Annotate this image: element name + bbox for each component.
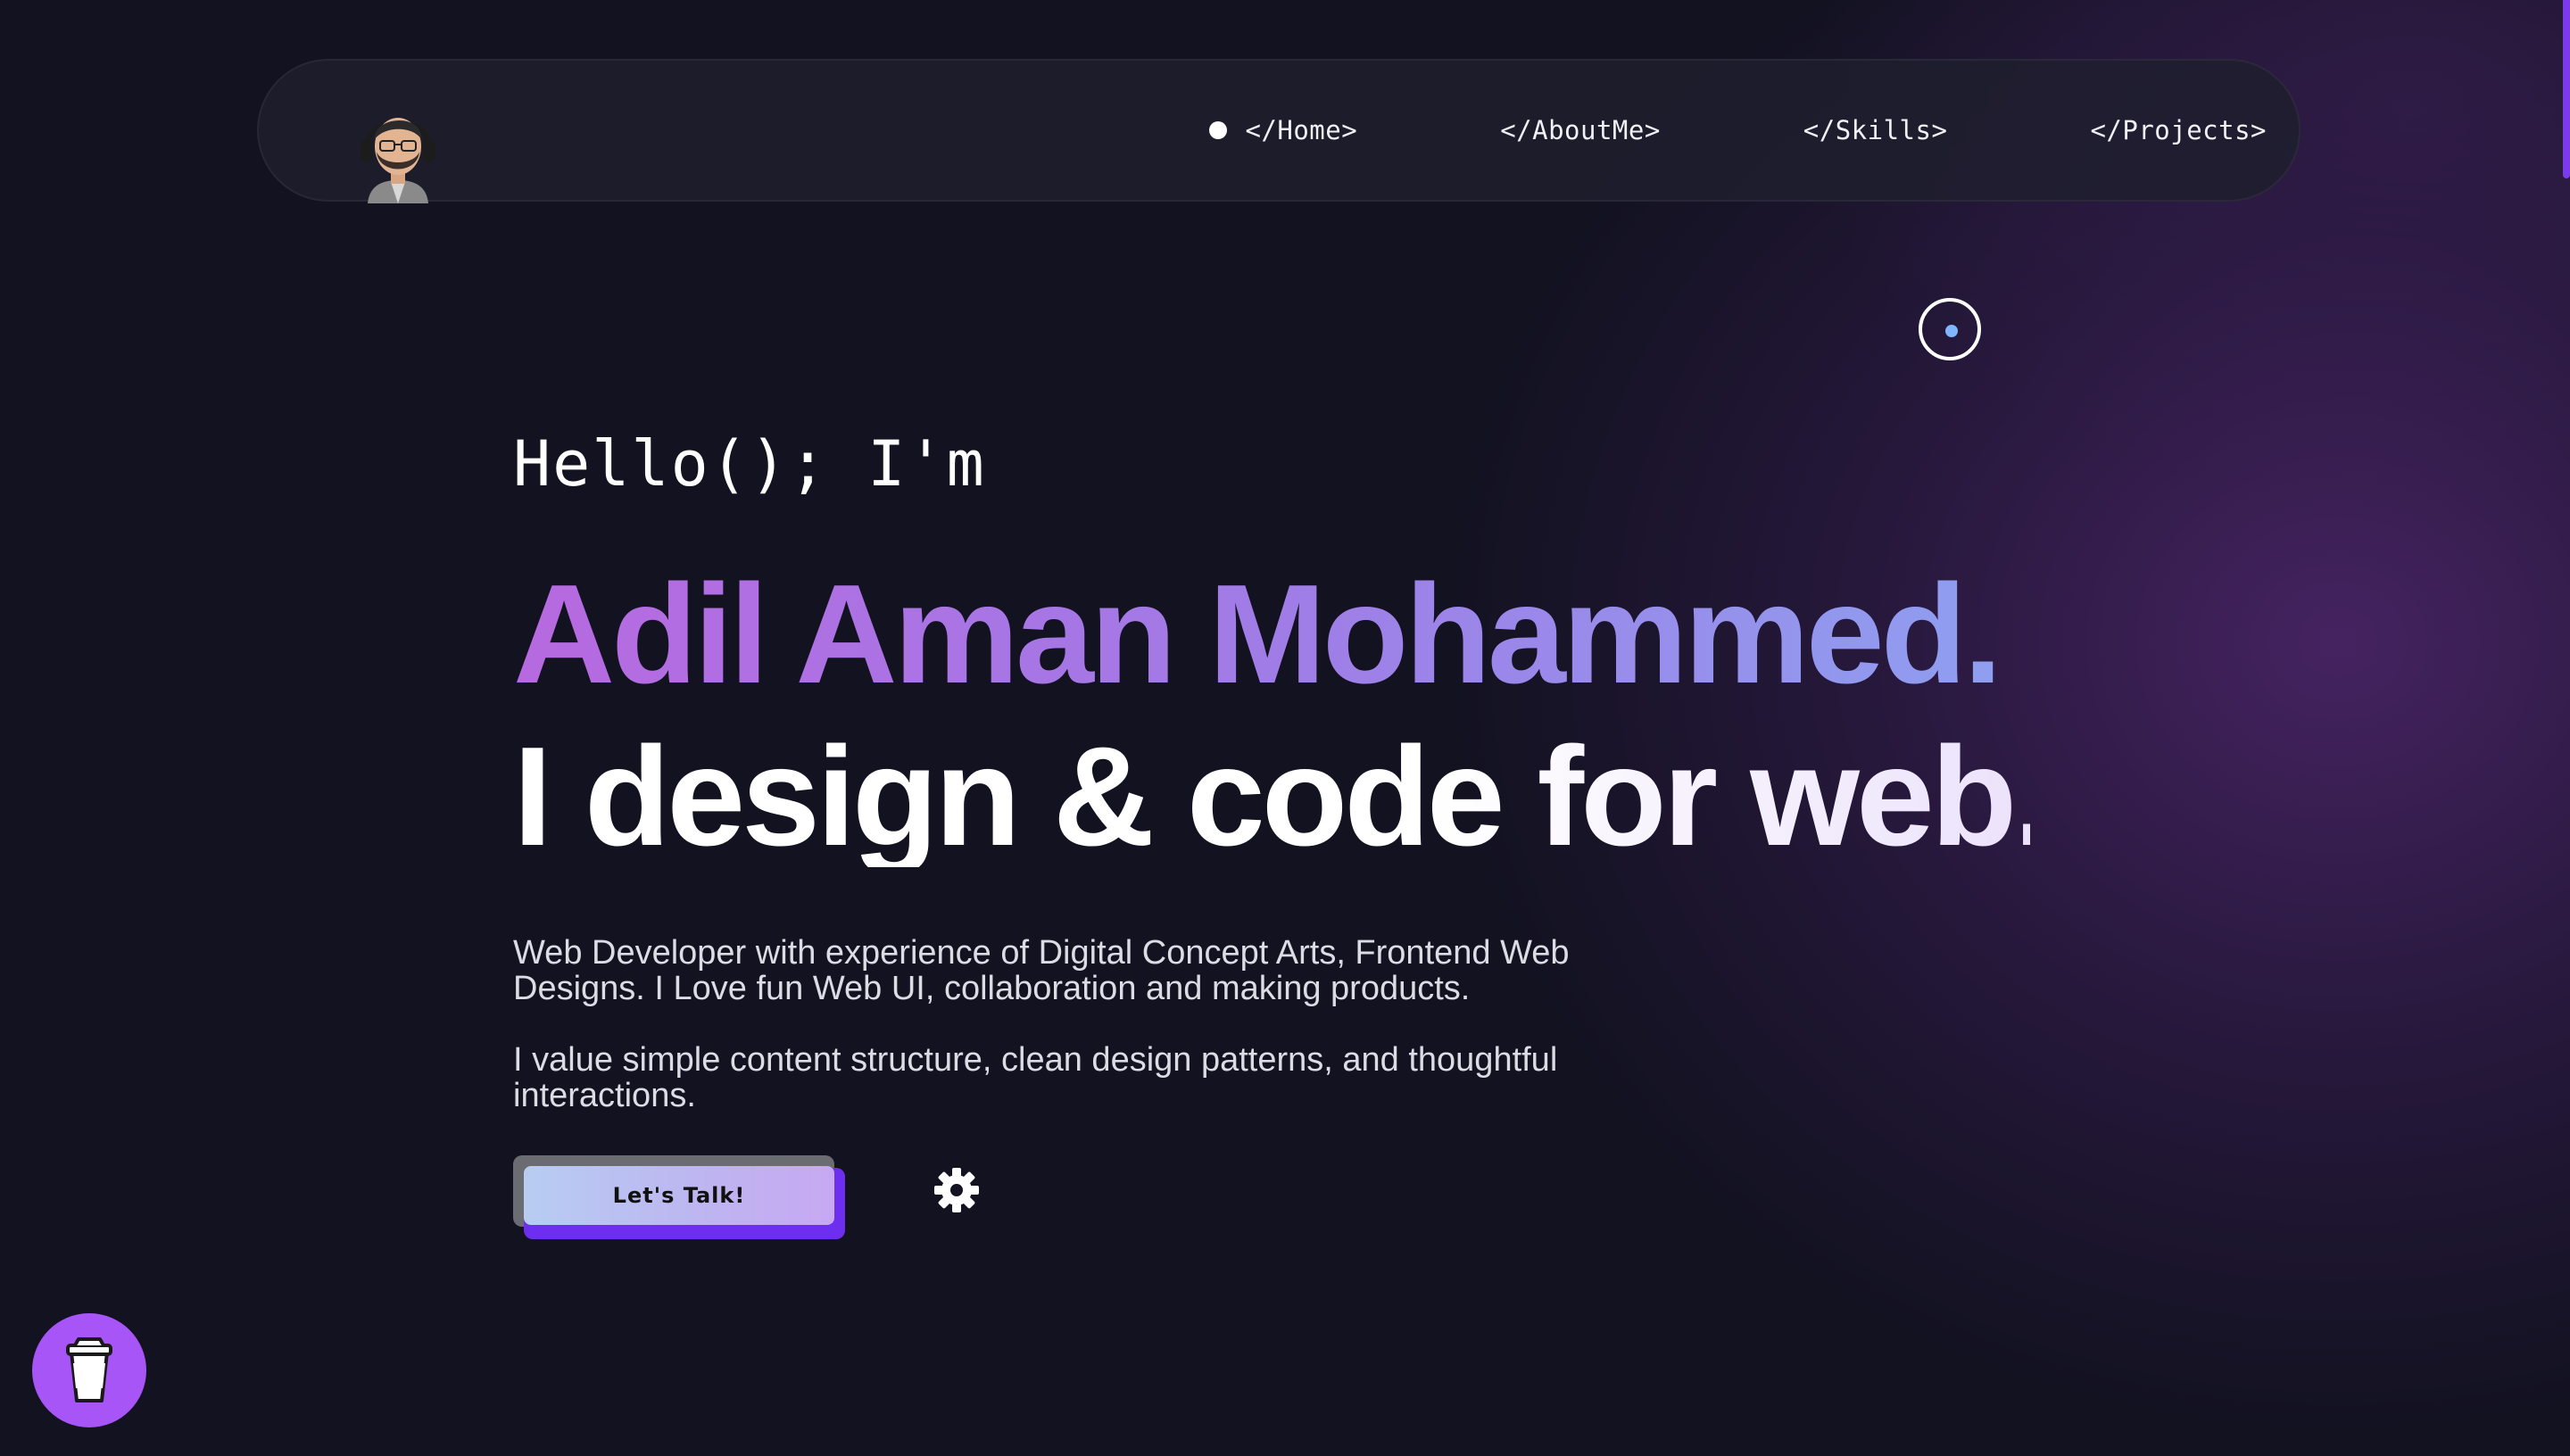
memoji-avatar-icon [361, 118, 435, 203]
nav-links: </Home> </AboutMe> </Skills> </Projects> [1209, 61, 2267, 200]
lets-talk-button[interactable]: Let's Talk! [513, 1155, 845, 1239]
avatar[interactable] [355, 100, 441, 203]
hero-description-1: Web Developer with experience of Digital… [513, 934, 1570, 1007]
scrollbar-thumb[interactable] [2563, 0, 2570, 178]
cursor-ring-icon [1919, 298, 1981, 360]
buy-me-coffee-button[interactable] [32, 1313, 146, 1427]
lets-talk-label: Let's Talk! [524, 1166, 834, 1225]
coffee-cup-icon [66, 1337, 112, 1402]
nav-link-projects[interactable]: </Projects> [2090, 115, 2267, 145]
hero-name: Adil Aman Mohammed. [513, 564, 2030, 705]
active-indicator-icon [1209, 121, 1228, 139]
hero-section: Hello(); I'm Adil Aman Mohammed. I desig… [513, 419, 2052, 1114]
scrollbar[interactable] [2563, 0, 2570, 1456]
nav-link-home-label: </Home> [1245, 115, 1358, 145]
cursor-dot-icon [1945, 325, 1958, 337]
hero-greeting: Hello(); I'm [513, 427, 986, 500]
nav-link-home[interactable]: </Home> [1209, 115, 1357, 145]
gear-icon[interactable] [933, 1166, 981, 1214]
navbar: </Home> </AboutMe> </Skills> </Projects> [257, 59, 2301, 203]
nav-link-skills[interactable]: </Skills> [1803, 115, 1948, 145]
nav-link-aboutme[interactable]: </AboutMe> [1500, 115, 1661, 145]
nav-link-projects-label: </Projects> [2090, 115, 2267, 145]
hero-description-2: I value simple content structure, clean … [513, 1041, 1558, 1114]
nav-link-aboutme-label: </AboutMe> [1500, 115, 1661, 145]
hero-tagline: I design & code for web. [513, 718, 2052, 875]
nav-link-skills-label: </Skills> [1803, 115, 1948, 145]
